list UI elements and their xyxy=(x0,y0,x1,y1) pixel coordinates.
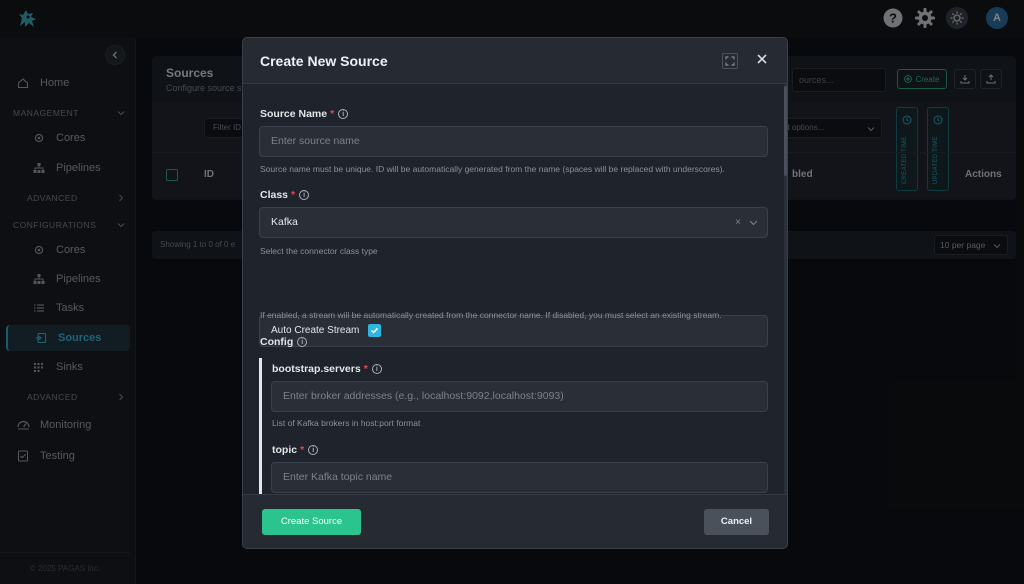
class-select[interactable]: Kafka × xyxy=(259,207,768,238)
auto-create-stream-help: If enabled, a stream will be automatical… xyxy=(260,310,722,320)
close-icon xyxy=(757,54,767,64)
modal-footer: Create Source Cancel xyxy=(243,494,787,548)
bootstrap-servers-input[interactable]: Enter broker addresses (e.g., localhost:… xyxy=(271,381,768,412)
create-source-button[interactable]: Create Source xyxy=(262,509,361,535)
checkmark-icon xyxy=(370,327,379,334)
modal-scrollbar[interactable] xyxy=(784,84,787,494)
bootstrap-servers-help: List of Kafka brokers in host:port forma… xyxy=(272,418,421,428)
modal-header: Create New Source xyxy=(243,38,787,84)
config-label: Config i xyxy=(260,336,308,348)
modal-body: Source Name * i Enter source name Source… xyxy=(243,84,787,494)
chevron-down-icon[interactable] xyxy=(749,218,758,227)
info-icon[interactable]: i xyxy=(338,109,349,119)
topic-input[interactable]: Enter Kafka topic name xyxy=(271,462,768,493)
cancel-button[interactable]: Cancel xyxy=(704,509,769,535)
source-name-label: Source Name * i xyxy=(260,108,349,120)
topic-label: topic * i xyxy=(272,444,319,456)
info-icon[interactable]: i xyxy=(308,445,319,455)
source-name-input[interactable]: Enter source name xyxy=(259,126,768,157)
fullscreen-button[interactable] xyxy=(722,53,738,69)
expand-icon xyxy=(725,56,735,66)
info-icon[interactable]: i xyxy=(299,190,310,200)
auto-create-stream-label: Auto Create Stream xyxy=(271,325,360,336)
info-icon[interactable]: i xyxy=(297,337,308,347)
modal-title: Create New Source xyxy=(260,53,388,69)
config-group-border xyxy=(259,358,262,494)
class-label: Class * i xyxy=(260,189,310,201)
modal-scrollbar-thumb[interactable] xyxy=(784,86,787,176)
source-name-help: Source name must be unique. ID will be a… xyxy=(260,164,725,174)
create-source-modal: Create New Source Source Name * i Enter … xyxy=(242,37,788,549)
clear-icon[interactable]: × xyxy=(735,208,741,237)
class-help: Select the connector class type xyxy=(260,246,378,256)
auto-create-stream-checkbox[interactable] xyxy=(368,324,381,337)
close-button[interactable] xyxy=(753,52,771,70)
bootstrap-servers-label: bootstrap.servers * i xyxy=(272,363,382,375)
info-icon[interactable]: i xyxy=(371,364,382,374)
